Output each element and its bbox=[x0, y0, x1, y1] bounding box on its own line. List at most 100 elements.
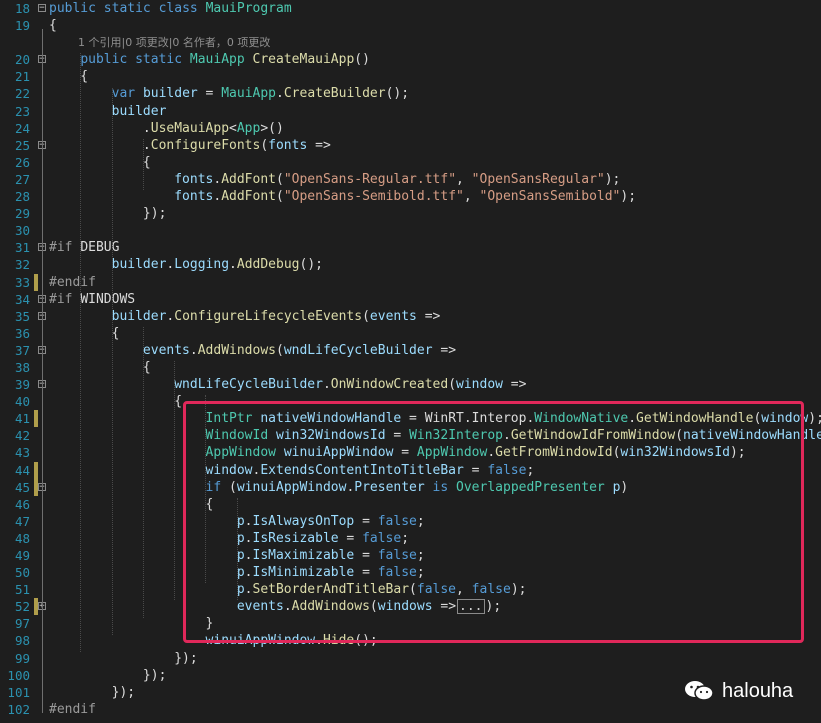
change-marker bbox=[34, 547, 38, 564]
code-text[interactable]: #endif bbox=[49, 274, 96, 291]
code-line[interactable]: 30 bbox=[0, 222, 821, 239]
change-marker bbox=[34, 85, 38, 102]
code-text[interactable]: #if DEBUG bbox=[49, 239, 119, 256]
code-line[interactable]: 31− #if DEBUG bbox=[0, 239, 821, 256]
code-text[interactable]: #if WINDOWS bbox=[49, 291, 135, 308]
code-line[interactable]: 32 builder.Logging.AddDebug(); bbox=[0, 256, 821, 273]
code-line[interactable]: 25− .ConfigureFonts(fonts => bbox=[0, 137, 821, 154]
code-token: () bbox=[354, 52, 370, 68]
line-number: 51 bbox=[14, 582, 30, 598]
code-text[interactable]: builder.ConfigureLifecycleEvents(events … bbox=[49, 308, 441, 325]
code-line[interactable]: 33 #endif bbox=[0, 273, 821, 291]
code-token: WINDOWS bbox=[80, 291, 136, 307]
code-line[interactable]: 29 }); bbox=[0, 205, 821, 222]
code-token: "OpenSansSemibold" bbox=[479, 189, 621, 205]
code-text[interactable]: { bbox=[49, 393, 182, 410]
line-number: 44 bbox=[14, 462, 30, 478]
code-token: ConfigureFonts bbox=[150, 137, 261, 153]
indent-guide bbox=[80, 53, 82, 652]
code-token: wndLifeCycleBuilder bbox=[283, 342, 433, 358]
code-text[interactable]: builder.Logging.AddDebug(); bbox=[49, 256, 323, 273]
code-line[interactable]: 35− builder.ConfigureLifecycleEvents(eve… bbox=[0, 308, 821, 325]
code-token: AddFont bbox=[221, 171, 276, 187]
code-token: AddDebug bbox=[236, 257, 300, 273]
code-token: ); bbox=[808, 411, 821, 427]
code-text[interactable]: fonts.AddFont("OpenSans-Regular.ttf", "O… bbox=[49, 171, 620, 188]
code-token: { bbox=[49, 154, 151, 170]
code-line[interactable]: 24 .UseMauiApp<App>() bbox=[0, 120, 821, 137]
code-line[interactable]: 38 { bbox=[0, 359, 821, 376]
change-marker bbox=[34, 222, 38, 239]
change-marker bbox=[34, 496, 38, 513]
change-marker bbox=[34, 581, 38, 598]
code-token: { bbox=[49, 359, 151, 375]
code-token: }); bbox=[49, 667, 167, 683]
code-line[interactable]: 99 }); bbox=[0, 650, 821, 667]
code-text[interactable]: }); bbox=[49, 650, 198, 667]
indent-guide bbox=[111, 87, 113, 635]
code-line[interactable]: 37− events.AddWindows(wndLifeCycleBuilde… bbox=[0, 342, 821, 359]
code-token: . bbox=[49, 137, 151, 153]
code-token: public bbox=[80, 52, 136, 68]
code-line[interactable]: 20− public static MauiApp CreateMauiApp(… bbox=[0, 51, 821, 68]
code-line[interactable]: 18− public static class MauiProgram bbox=[0, 0, 821, 17]
code-token: public bbox=[49, 1, 104, 16]
code-token: "OpenSans-Regular.ttf" bbox=[283, 171, 457, 187]
wechat-icon bbox=[684, 680, 714, 702]
code-line[interactable]: 39− wndLifeCycleBuilder.OnWindowCreated(… bbox=[0, 376, 821, 393]
code-text[interactable]: public static class MauiProgram bbox=[49, 0, 292, 17]
code-line[interactable]: 34− #if WINDOWS bbox=[0, 291, 821, 308]
code-line[interactable]: 36 { bbox=[0, 325, 821, 342]
code-text[interactable]: .UseMauiApp<App>() bbox=[49, 120, 284, 137]
highlight-box bbox=[183, 401, 804, 643]
code-token: ( bbox=[276, 342, 284, 358]
change-marker bbox=[34, 564, 38, 581]
code-token: . bbox=[276, 86, 284, 102]
code-token: events bbox=[142, 342, 190, 358]
code-line[interactable]: 22 var builder = MauiApp.CreateBuilder()… bbox=[0, 85, 821, 102]
code-line[interactable]: 27 fonts.AddFont("OpenSans-Regular.ttf",… bbox=[0, 171, 821, 188]
code-text[interactable]: .ConfigureFonts(fonts => bbox=[49, 137, 331, 154]
line-number: 48 bbox=[14, 530, 30, 546]
code-text[interactable]: { bbox=[49, 17, 57, 34]
code-text[interactable]: #endif bbox=[49, 701, 96, 718]
code-text[interactable]: events.AddWindows(wndLifeCycleBuilder => bbox=[49, 342, 456, 359]
line-number: 24 bbox=[14, 120, 30, 136]
fold-line bbox=[42, 80, 43, 218]
code-token: , bbox=[463, 189, 480, 205]
codelens-row[interactable]: 1 个引用|0 项更改|0 名作者，0 项更改 bbox=[0, 34, 821, 51]
change-marker bbox=[34, 120, 38, 137]
code-text[interactable]: { bbox=[49, 68, 88, 85]
code-text[interactable]: }); bbox=[49, 684, 135, 701]
code-text[interactable]: var builder = MauiApp.CreateBuilder(); bbox=[49, 85, 409, 102]
code-line[interactable]: 21 { bbox=[0, 68, 821, 85]
code-text[interactable]: wndLifeCycleBuilder.OnWindowCreated(wind… bbox=[49, 376, 526, 393]
code-line[interactable]: 23 builder bbox=[0, 103, 821, 120]
code-text[interactable]: { bbox=[49, 325, 120, 342]
code-token: wndLifeCycleBuilder bbox=[174, 377, 323, 393]
change-marker bbox=[34, 154, 38, 171]
code-token: => bbox=[432, 342, 457, 358]
code-token: => bbox=[502, 377, 527, 393]
codelens-info[interactable]: 1 个引用|0 项更改|0 名作者，0 项更改 bbox=[78, 34, 270, 51]
code-text[interactable]: fonts.AddFont("OpenSans-Semibold.ttf", "… bbox=[49, 188, 636, 205]
code-line[interactable]: 28 fonts.AddFont("OpenSans-Semibold.ttf"… bbox=[0, 188, 821, 205]
code-text[interactable]: { bbox=[49, 359, 151, 376]
change-marker bbox=[34, 530, 38, 547]
line-number: 23 bbox=[14, 103, 30, 119]
line-number: 97 bbox=[14, 616, 30, 632]
change-marker bbox=[34, 513, 38, 530]
code-token: ( bbox=[448, 377, 457, 393]
code-text[interactable]: }); bbox=[49, 205, 167, 222]
line-number: 45 bbox=[14, 479, 30, 495]
code-line[interactable]: 19 { bbox=[0, 17, 821, 34]
code-token: { bbox=[49, 69, 89, 85]
code-text[interactable]: public static MauiApp CreateMauiApp() bbox=[49, 51, 370, 68]
code-token: CreateMauiApp bbox=[252, 52, 355, 68]
code-line[interactable]: 26 { bbox=[0, 154, 821, 171]
code-text[interactable]: }); bbox=[49, 667, 167, 684]
collapse-icon[interactable]: − bbox=[38, 4, 46, 13]
code-text[interactable]: builder bbox=[49, 103, 167, 120]
code-text[interactable]: { bbox=[49, 154, 151, 171]
